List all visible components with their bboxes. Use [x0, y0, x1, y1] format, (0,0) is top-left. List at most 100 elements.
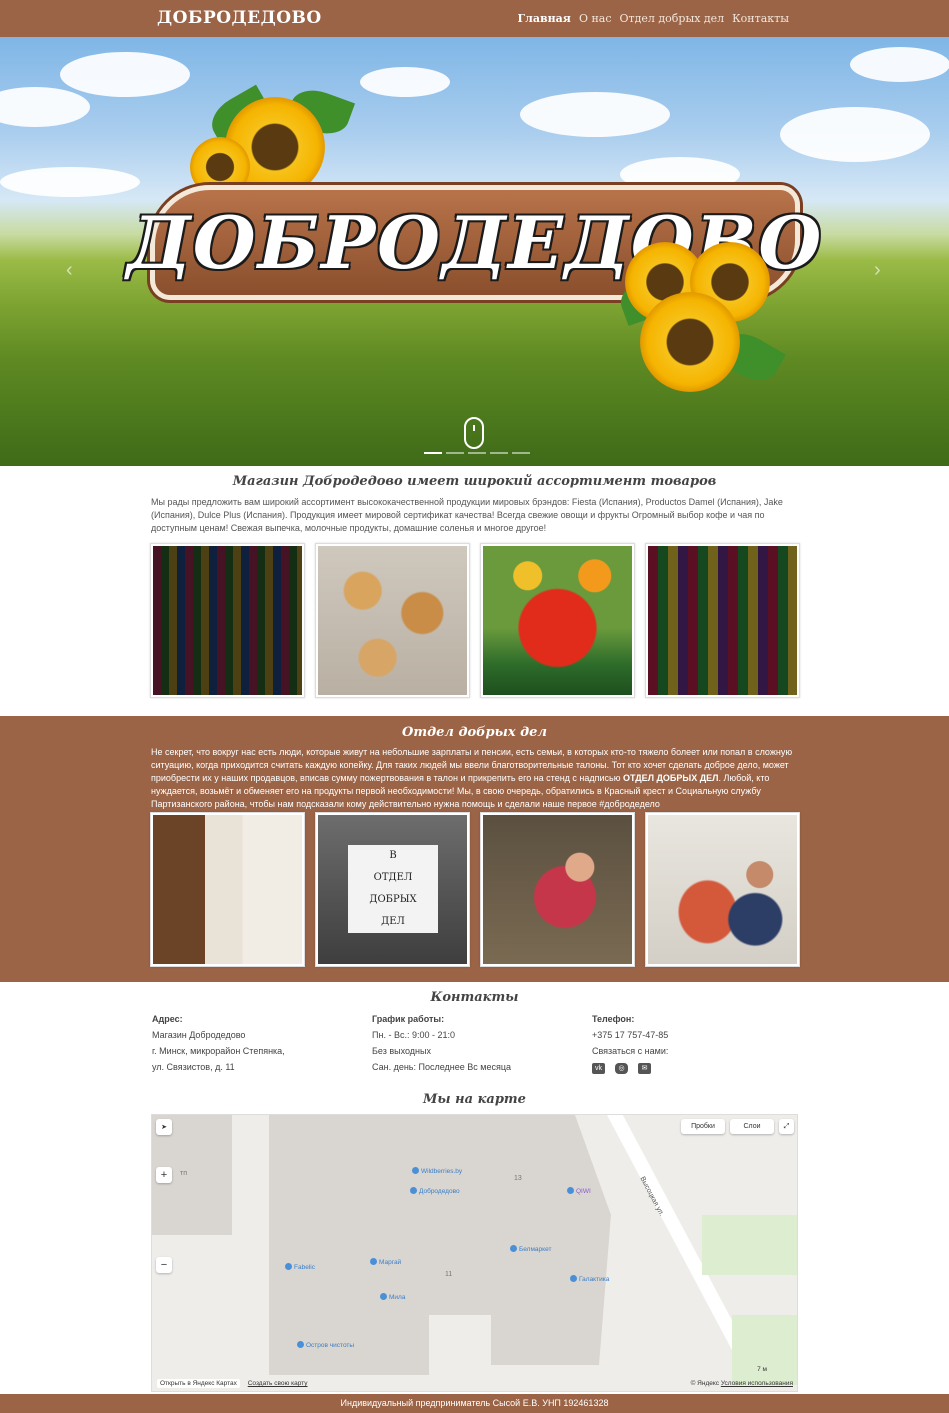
map-building	[269, 1115, 491, 1315]
cloud	[0, 167, 140, 197]
map-building	[491, 1115, 611, 1365]
contacts-title: Контакты	[430, 990, 519, 1005]
navbar: ДОБРОДЕДОВО Главная О нас Отдел добрых д…	[0, 0, 949, 37]
deeds-photo-board[interactable]	[150, 812, 305, 967]
photo	[648, 546, 797, 695]
address-label: Адрес:	[152, 1014, 183, 1024]
schedule-line: Сан. день: Последнее Вс месяца	[372, 1062, 511, 1072]
product-gallery	[150, 543, 800, 698]
map-park	[702, 1215, 797, 1275]
nav-item-good-deeds[interactable]: Отдел добрых дел	[620, 12, 725, 25]
photo: В ОТДЕЛ ДОБРЫХ ДЕЛ	[318, 815, 467, 964]
chevron-left-icon[interactable]: ‹	[66, 259, 73, 282]
traffic-button[interactable]: Пробки	[681, 1119, 725, 1134]
good-deeds-section: Отдел добрых дел Не секрет, что вокруг н…	[0, 716, 949, 982]
phone-number[interactable]: +375 17 757-47-85	[592, 1027, 668, 1043]
phone-block: Телефон: +375 17 757-47-85 Связаться с н…	[592, 1011, 668, 1074]
sunflower-icon	[640, 292, 740, 392]
map-poi[interactable]: Остров чистоты	[297, 1341, 354, 1349]
building-number: тп	[180, 1170, 187, 1177]
photo	[483, 546, 632, 695]
cloud	[60, 52, 190, 97]
instagram-icon[interactable]: ◎	[615, 1063, 628, 1074]
gallery-photo-sweets-rack[interactable]	[645, 543, 800, 698]
deeds-photo-recipient[interactable]	[645, 812, 800, 967]
footer: Индивидуальный предприниматель Сысой Е.В…	[0, 1394, 949, 1413]
geolocation-icon[interactable]: ➤	[156, 1119, 172, 1135]
map-poi[interactable]: Fabelic	[285, 1263, 315, 1271]
create-map-link[interactable]: Создать свою карту	[248, 1380, 308, 1387]
nav-item-about[interactable]: О нас	[579, 12, 612, 25]
terms-link[interactable]: Условия использования	[721, 1380, 793, 1387]
building-number: 11	[445, 1271, 453, 1278]
social-links: vk ◎ ✉	[592, 1063, 668, 1074]
schedule-block: График работы: Пн. - Вс.: 9:00 - 21:0 Бе…	[372, 1011, 511, 1075]
zoom-out-button[interactable]: −	[156, 1257, 172, 1273]
map-poi[interactable]: QIWI	[567, 1187, 591, 1195]
nav-item-home[interactable]: Главная	[518, 12, 571, 25]
good-deeds-title: Отдел добрых дел	[402, 725, 547, 740]
photo	[153, 815, 302, 964]
photo	[648, 815, 797, 964]
nav-item-contacts[interactable]: Контакты	[732, 12, 789, 25]
cloud	[0, 87, 90, 127]
map-scale: 7 м	[757, 1366, 767, 1373]
main-nav: Главная О нас Отдел добрых дел Контакты	[518, 12, 790, 25]
deeds-photo-groceries[interactable]	[480, 812, 635, 967]
carousel-indicator[interactable]	[490, 452, 508, 454]
building-number: 13	[514, 1175, 522, 1182]
jar-sign-line: ДОБРЫХ	[369, 894, 417, 905]
carousel-indicator[interactable]	[424, 452, 442, 454]
good-deeds-text: Не секрет, что вокруг нас есть люди, кот…	[151, 746, 801, 811]
carousel-indicators	[424, 452, 530, 454]
open-in-yandex-link[interactable]: Открыть в Яндекс Картах	[157, 1379, 240, 1388]
fullscreen-icon[interactable]: ⤢	[779, 1119, 794, 1134]
hero-carousel: ДОБРОДЕДОВО ‹ ›	[0, 37, 949, 466]
jar-sign: В ОТДЕЛ ДОБРЫХ ДЕЛ	[348, 845, 438, 933]
map-title: Мы на карте	[423, 1092, 526, 1107]
schedule-line: Без выходных	[372, 1046, 431, 1056]
good-deeds-gallery: В ОТДЕЛ ДОБРЫХ ДЕЛ	[150, 812, 800, 967]
cloud	[850, 47, 949, 82]
map-copyright: © Яндекс	[690, 1380, 720, 1387]
map-poi[interactable]: Галактика	[570, 1275, 609, 1283]
jar-sign-line: В	[389, 850, 397, 861]
layers-button[interactable]: Слои	[730, 1119, 774, 1134]
carousel-indicator[interactable]	[446, 452, 464, 454]
jar-sign-line: ОТДЕЛ	[373, 872, 413, 883]
vk-icon[interactable]: vk	[592, 1063, 605, 1074]
map-park	[732, 1315, 797, 1385]
map-poi[interactable]: Добродедово	[410, 1187, 460, 1195]
schedule-line: Пн. - Вс.: 9:00 - 21:0	[372, 1030, 455, 1040]
carousel-indicator[interactable]	[468, 452, 486, 454]
map-poi[interactable]: Мила	[380, 1293, 405, 1301]
map-poi[interactable]: Wildberries.by	[412, 1167, 462, 1175]
phone-label: Телефон:	[592, 1014, 635, 1024]
gallery-photo-vegetables[interactable]	[480, 543, 635, 698]
photo	[483, 815, 632, 964]
good-deeds-highlight: ОТДЕЛ ДОБРЫХ ДЕЛ	[623, 773, 719, 783]
jar-sign-line: ДЕЛ	[381, 916, 405, 927]
schedule-label: График работы:	[372, 1014, 445, 1024]
scroll-mouse-icon[interactable]	[464, 417, 484, 449]
cloud	[780, 107, 930, 162]
gallery-photo-pastries[interactable]	[315, 543, 470, 698]
address-line: г. Минск, микрорайон Степянка,	[152, 1046, 285, 1056]
map-poi[interactable]: Маргай	[370, 1258, 401, 1266]
assortment-title: Магазин Добродедово имеет широкий ассорт…	[232, 474, 717, 489]
mail-icon[interactable]: ✉	[638, 1063, 651, 1074]
map-poi[interactable]: Белмаркет	[510, 1245, 551, 1253]
address-line: ул. Связистов, д. 11	[152, 1062, 235, 1072]
cloud	[520, 92, 670, 137]
yandex-map[interactable]: Wildberries.by Добродедово QIWI Белмарке…	[151, 1114, 798, 1392]
connect-label: Связаться с нами:	[592, 1046, 669, 1056]
deeds-photo-jar[interactable]: В ОТДЕЛ ДОБРЫХ ДЕЛ	[315, 812, 470, 967]
map-footer-right: © Яндекс Условия использования	[691, 1380, 793, 1387]
carousel-indicator[interactable]	[512, 452, 530, 454]
chevron-right-icon[interactable]: ›	[874, 259, 881, 282]
brand-logo[interactable]: ДОБРОДЕДОВО	[157, 8, 322, 28]
zoom-in-button[interactable]: +	[156, 1167, 172, 1183]
assortment-text: Мы рады предложить вам широкий ассортиме…	[151, 497, 783, 533]
gallery-photo-candy-shelves[interactable]	[150, 543, 305, 698]
map-footer-left: Открыть в Яндекс Картах Создать свою кар…	[157, 1379, 308, 1388]
